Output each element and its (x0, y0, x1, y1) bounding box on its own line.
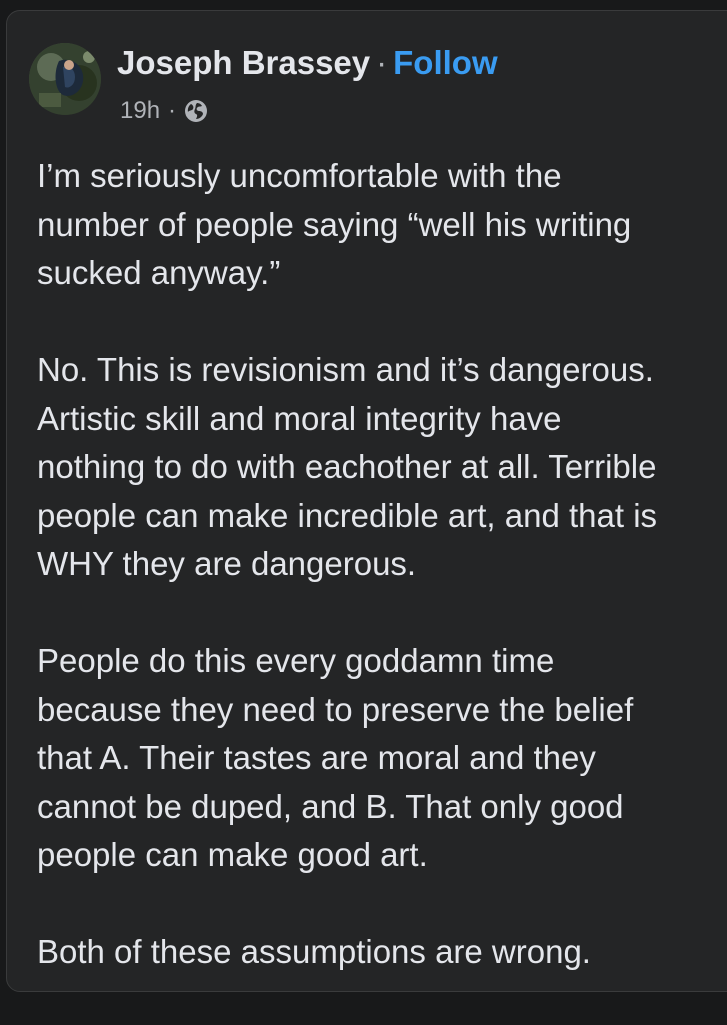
post-timestamp[interactable]: 19h (120, 97, 160, 125)
text-line: sucked anyway.” (37, 254, 281, 291)
text-line: people can make incredible art, and that… (37, 496, 658, 534)
text-line: Both of these assumptions are wrong. (37, 933, 591, 970)
post-card: Joseph Brassey · Follow 19h · I’m seriousl… (6, 10, 727, 992)
paragraph-2: No. This is revisionism and it’s dangero… (37, 346, 727, 589)
text-line: nothing to do with eachother at all. Ter… (37, 448, 657, 485)
text-line: People do this every goddamn time (37, 642, 555, 679)
text-line: I’m seriously uncomfortable with the (37, 157, 562, 194)
text-line: WHY they are dangerous. (37, 545, 417, 582)
avatar[interactable] (29, 43, 101, 115)
text-line: cannot be duped, and B. That only good (37, 787, 624, 825)
text-line: because they need to preserve the belief (37, 690, 634, 728)
text-line: people can make good art. (37, 836, 428, 873)
follow-button[interactable]: Follow (393, 44, 497, 81)
text-line: that A. Their tastes are moral and they (37, 739, 596, 776)
avatar-photo (29, 43, 101, 115)
author-name[interactable]: Joseph Brassey (117, 44, 370, 81)
meta-separator: · (168, 97, 177, 124)
post-meta: 19h · (120, 95, 208, 127)
name-separator: · (376, 44, 388, 81)
paragraph-4: Both of these assumptions are wrong. (37, 928, 727, 977)
paragraph-1: I’m seriously uncomfortable with the num… (37, 152, 727, 298)
text-line: No. This is revisionism and it’s dangero… (37, 351, 654, 388)
globe-icon[interactable] (184, 99, 208, 123)
post-body: I’m seriously uncomfortable with the num… (37, 152, 727, 1025)
post-header: Joseph Brassey · Follow (117, 41, 498, 85)
text-line: Artistic skill and moral integrity have (37, 399, 562, 437)
paragraph-3: People do this every goddamn time becaus… (37, 637, 727, 880)
text-line: number of people saying “well his writin… (37, 205, 632, 243)
